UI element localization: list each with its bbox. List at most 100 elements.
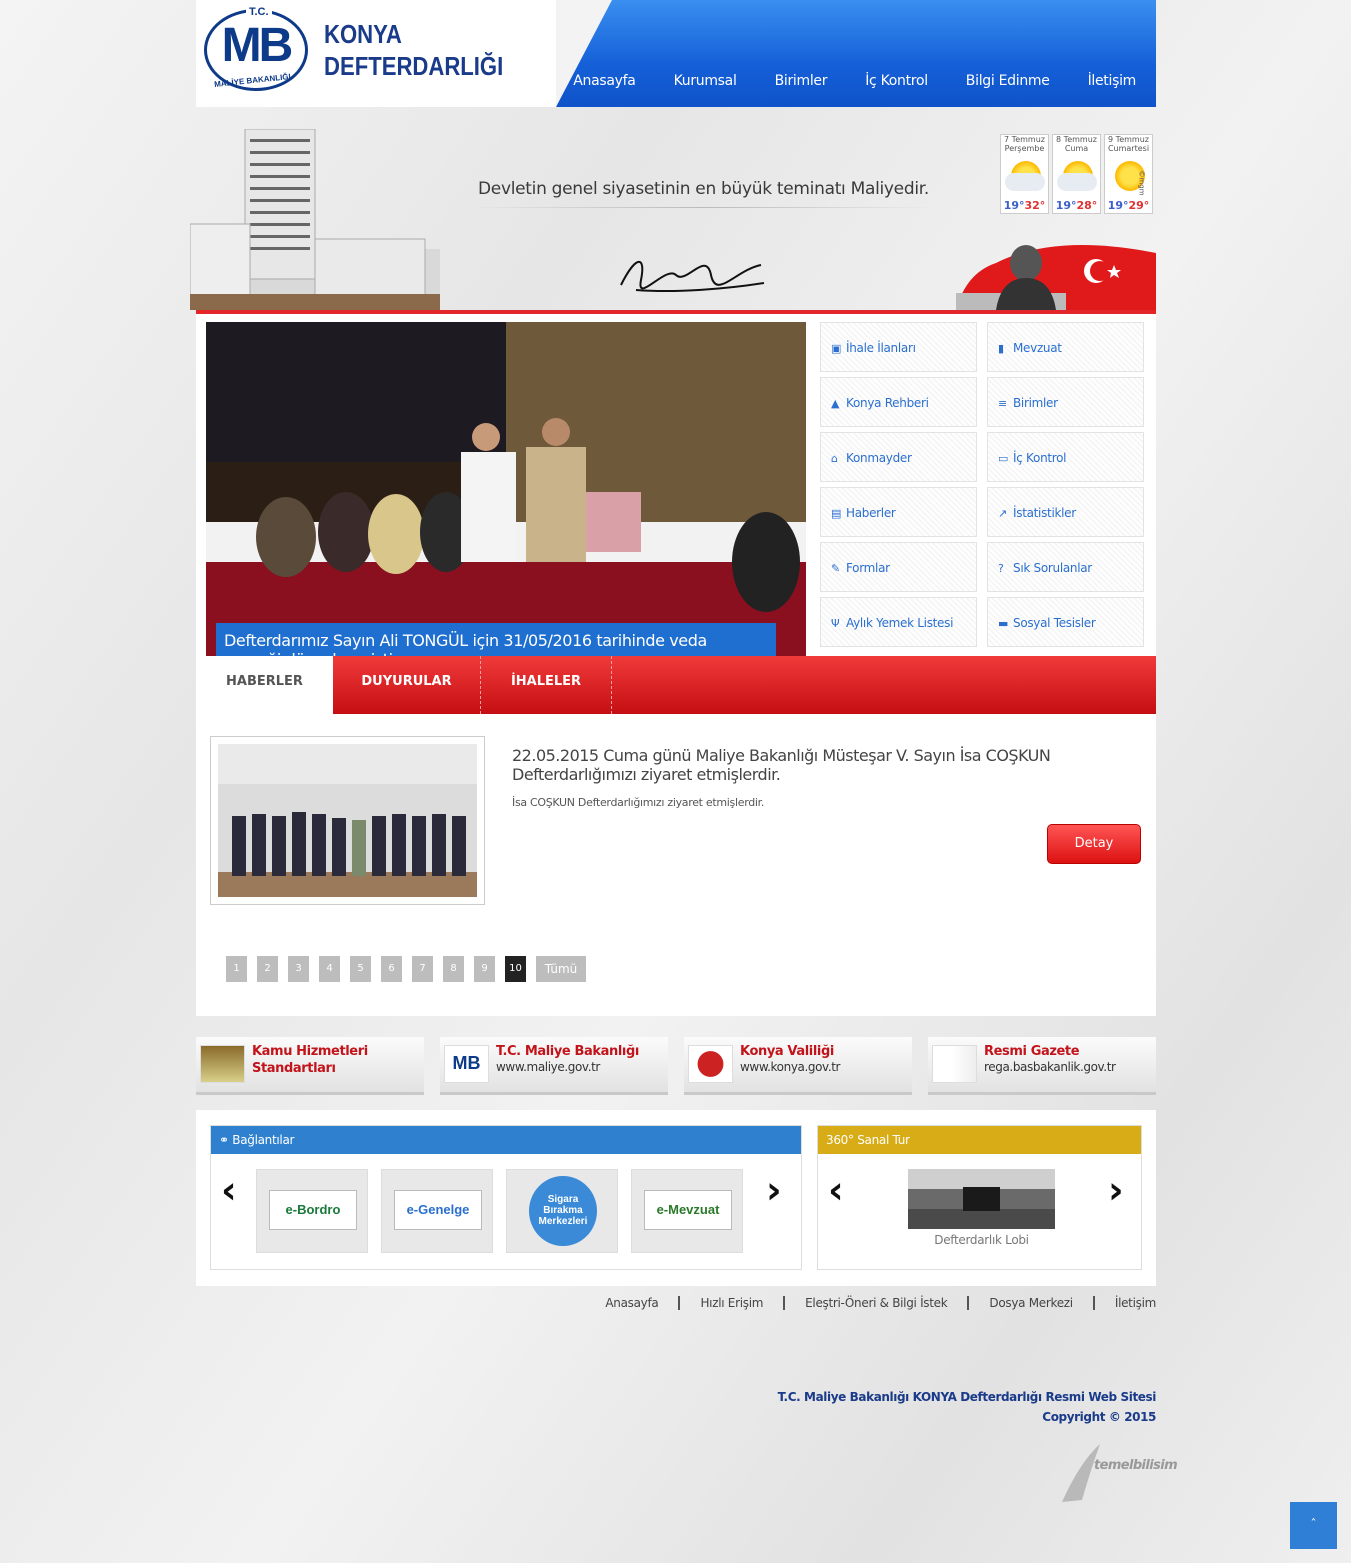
pagination: 1 2 3 4 5 6 7 8 9 10 Tümü xyxy=(226,956,596,982)
quick-link-ihale[interactable]: ▣ İhale İlanları xyxy=(820,322,977,372)
tab-duyurular[interactable]: DUYURULAR xyxy=(333,656,481,714)
quick-link-haberler[interactable]: ▤ Haberler xyxy=(820,487,977,537)
link-icon: ⚭ xyxy=(219,1133,233,1147)
page-4[interactable]: 4 xyxy=(319,956,340,982)
page-2[interactable]: 2 xyxy=(257,956,278,982)
tab-haberler[interactable]: HABERLER xyxy=(196,656,333,714)
edit-icon: ✎ xyxy=(831,562,840,575)
link-box-title: Konya Valiliği xyxy=(740,1044,834,1059)
quick-link-label: İç Kontrol xyxy=(1013,451,1067,465)
nav-anasayfa[interactable]: Anasayfa xyxy=(573,73,636,89)
links-panel-title: Bağlantılar xyxy=(232,1133,295,1147)
cutlery-icon: Ψ xyxy=(831,617,840,630)
page-5[interactable]: 5 xyxy=(350,956,371,982)
banner: Devletin genel siyasetinin en büyük temi… xyxy=(190,107,1156,310)
quick-link-konya-rehberi[interactable]: ▲ Konya Rehberi xyxy=(820,377,977,427)
scroll-to-top-button[interactable]: ˆ xyxy=(1290,1502,1337,1549)
weather-dayname: Cuma xyxy=(1064,144,1089,153)
tour-caption[interactable]: Defterdarlık Lobi xyxy=(908,1233,1055,1247)
site-title-line1: KONYA xyxy=(324,19,402,49)
cloud-icon xyxy=(1057,173,1097,191)
footer-link-elestiri[interactable]: Eleştri-Öneri & Bilgi İstek xyxy=(783,1296,967,1310)
page-3[interactable]: 3 xyxy=(288,956,309,982)
virtual-tour-panel: 360° Sanal Tur ‹ Defterdarlık Lobi › xyxy=(817,1125,1142,1270)
home-icon: ⌂ xyxy=(831,452,838,465)
quick-link-ic-kontrol[interactable]: ▭ İç Kontrol xyxy=(987,432,1144,482)
footer-link-anasayfa[interactable]: Anasayfa xyxy=(585,1296,678,1310)
links-next-arrow-icon[interactable]: › xyxy=(766,1168,782,1212)
emevzuat-logo: e-Mevzuat xyxy=(644,1190,732,1230)
weather-day: 7 Temmuz Perşembe 19°32° xyxy=(1000,134,1049,214)
quick-link-mevzuat[interactable]: ▮ Mevzuat xyxy=(987,322,1144,372)
calendar-icon: ▭ xyxy=(998,452,1009,465)
nav-ic-kontrol[interactable]: İç Kontrol xyxy=(865,73,928,89)
weather-widget: 7 Temmuz Perşembe 19°32° 8 Temmuz Cuma 1… xyxy=(1000,134,1153,214)
quick-link-label: İhale İlanları xyxy=(846,341,916,355)
logo-tc-text: T.C. xyxy=(246,6,272,18)
nav-birimler[interactable]: Birimler xyxy=(775,73,828,89)
tour-prev-arrow-icon[interactable]: ‹ xyxy=(828,1168,844,1212)
cloud-icon xyxy=(1005,173,1045,191)
quick-link-yemek-listesi[interactable]: Ψ Aylık Yemek Listesi xyxy=(820,597,977,647)
page-1[interactable]: 1 xyxy=(226,956,247,982)
copyright: T.C. Maliye Bakanlığı KONYA Defterdarlığ… xyxy=(196,1387,1157,1427)
nav-kurumsal[interactable]: Kurumsal xyxy=(674,73,737,89)
quick-link-birimler[interactable]: ≡ Birimler xyxy=(987,377,1144,427)
page-all[interactable]: Tümü xyxy=(536,956,586,982)
nav-iletisim[interactable]: İletişim xyxy=(1088,73,1137,89)
footer-link-iletisim[interactable]: İletişim xyxy=(1092,1296,1156,1310)
temelbilisim-swoosh-icon xyxy=(1062,1444,1100,1502)
tour-thumbnail[interactable] xyxy=(908,1169,1055,1229)
temelbilisim-text: temelbilisim xyxy=(1094,1458,1178,1473)
resmi-gazete-logo-icon xyxy=(932,1045,977,1083)
link-box-valilik[interactable]: Konya Valiliği www.konya.gov.tr xyxy=(684,1037,912,1095)
page-8[interactable]: 8 xyxy=(443,956,464,982)
list-icon: ≡ xyxy=(998,397,1007,410)
page-10[interactable]: 10 xyxy=(505,956,526,982)
news-thumbnail[interactable] xyxy=(210,736,485,905)
temelbilisim-logo[interactable]: temelbilisim xyxy=(1060,1442,1178,1504)
weather-dayname: Cumartesi xyxy=(1107,144,1150,153)
footer-link-dosya-merkezi[interactable]: Dosya Merkezi xyxy=(967,1296,1092,1310)
news-title[interactable]: 22.05.2015 Cuma günü Maliye Bakanlığı Mü… xyxy=(512,746,1132,784)
link-box-title: Resmi Gazete xyxy=(984,1044,1080,1059)
site-header: MB T.C. MALİYE BAKANLIĞI KONYA DEFTERDAR… xyxy=(196,0,1156,107)
ataturk-signature-icon xyxy=(620,260,765,293)
link-box-url: www.maliye.gov.tr xyxy=(496,1060,600,1074)
news-slider[interactable]: Defterdarımız Sayın Ali TONGÜL için 31/0… xyxy=(206,322,806,656)
ataturk-flag-image xyxy=(956,245,1156,310)
link-box-title: Kamu Hizmetleri Standartları xyxy=(252,1044,368,1076)
quick-link-sss[interactable]: ? Sık Sorulanlar xyxy=(987,542,1144,592)
quick-link-sosyal-tesisler[interactable]: ▬ Sosyal Tesisler xyxy=(987,597,1144,647)
news-photo xyxy=(218,744,477,897)
quick-link-istatistikler[interactable]: ↗ İstatistikler xyxy=(987,487,1144,537)
link-tile-egenelge[interactable]: e-Genelge xyxy=(381,1169,493,1253)
link-tile-emevzuat[interactable]: e-Mevzuat xyxy=(631,1169,743,1253)
link-box-resmi-gazete[interactable]: Resmi Gazete rega.basbakanlik.gov.tr xyxy=(928,1037,1156,1095)
link-box-maliye[interactable]: MB T.C. Maliye Bakanlığı www.maliye.gov.… xyxy=(440,1037,668,1095)
weather-credit: ©mgm xyxy=(1137,170,1146,196)
link-tile-ebordro[interactable]: e-Bordro xyxy=(256,1169,368,1253)
page-7[interactable]: 7 xyxy=(412,956,433,982)
footer-link-hizli-erisim[interactable]: Hızlı Erişim xyxy=(678,1296,783,1310)
tour-next-arrow-icon[interactable]: › xyxy=(1108,1168,1124,1212)
logo[interactable]: MB T.C. MALİYE BAKANLIĞI KONYA DEFTERDAR… xyxy=(196,0,606,107)
maliye-logo-icon: MB xyxy=(444,1045,489,1083)
page-9[interactable]: 9 xyxy=(474,956,495,982)
link-box-title: T.C. Maliye Bakanlığı xyxy=(496,1044,639,1059)
tab-ihaleler[interactable]: İHALELER xyxy=(481,656,612,714)
weather-high: 28° xyxy=(1076,199,1098,212)
quick-link-formlar[interactable]: ✎ Formlar xyxy=(820,542,977,592)
slider-caption[interactable]: Defterdarımız Sayın Ali TONGÜL için 31/0… xyxy=(216,623,776,656)
weather-date: 8 Temmuz xyxy=(1056,135,1097,144)
detail-button[interactable]: Detay xyxy=(1047,824,1141,864)
nav-bilgi-edinme[interactable]: Bilgi Edinme xyxy=(966,73,1050,89)
weather-dayname: Perşembe xyxy=(1004,144,1045,153)
quick-link-label: Sosyal Tesisler xyxy=(1013,616,1096,630)
weather-low: 19° xyxy=(1003,199,1025,212)
quick-link-konmayder[interactable]: ⌂ Konmayder xyxy=(820,432,977,482)
link-tile-sigara[interactable]: Sigara Bırakma Merkezleri xyxy=(506,1169,618,1253)
link-box-kamu-hizmetleri[interactable]: Kamu Hizmetleri Standartları xyxy=(196,1037,424,1095)
page-6[interactable]: 6 xyxy=(381,956,402,982)
links-prev-arrow-icon[interactable]: ‹ xyxy=(221,1168,237,1212)
